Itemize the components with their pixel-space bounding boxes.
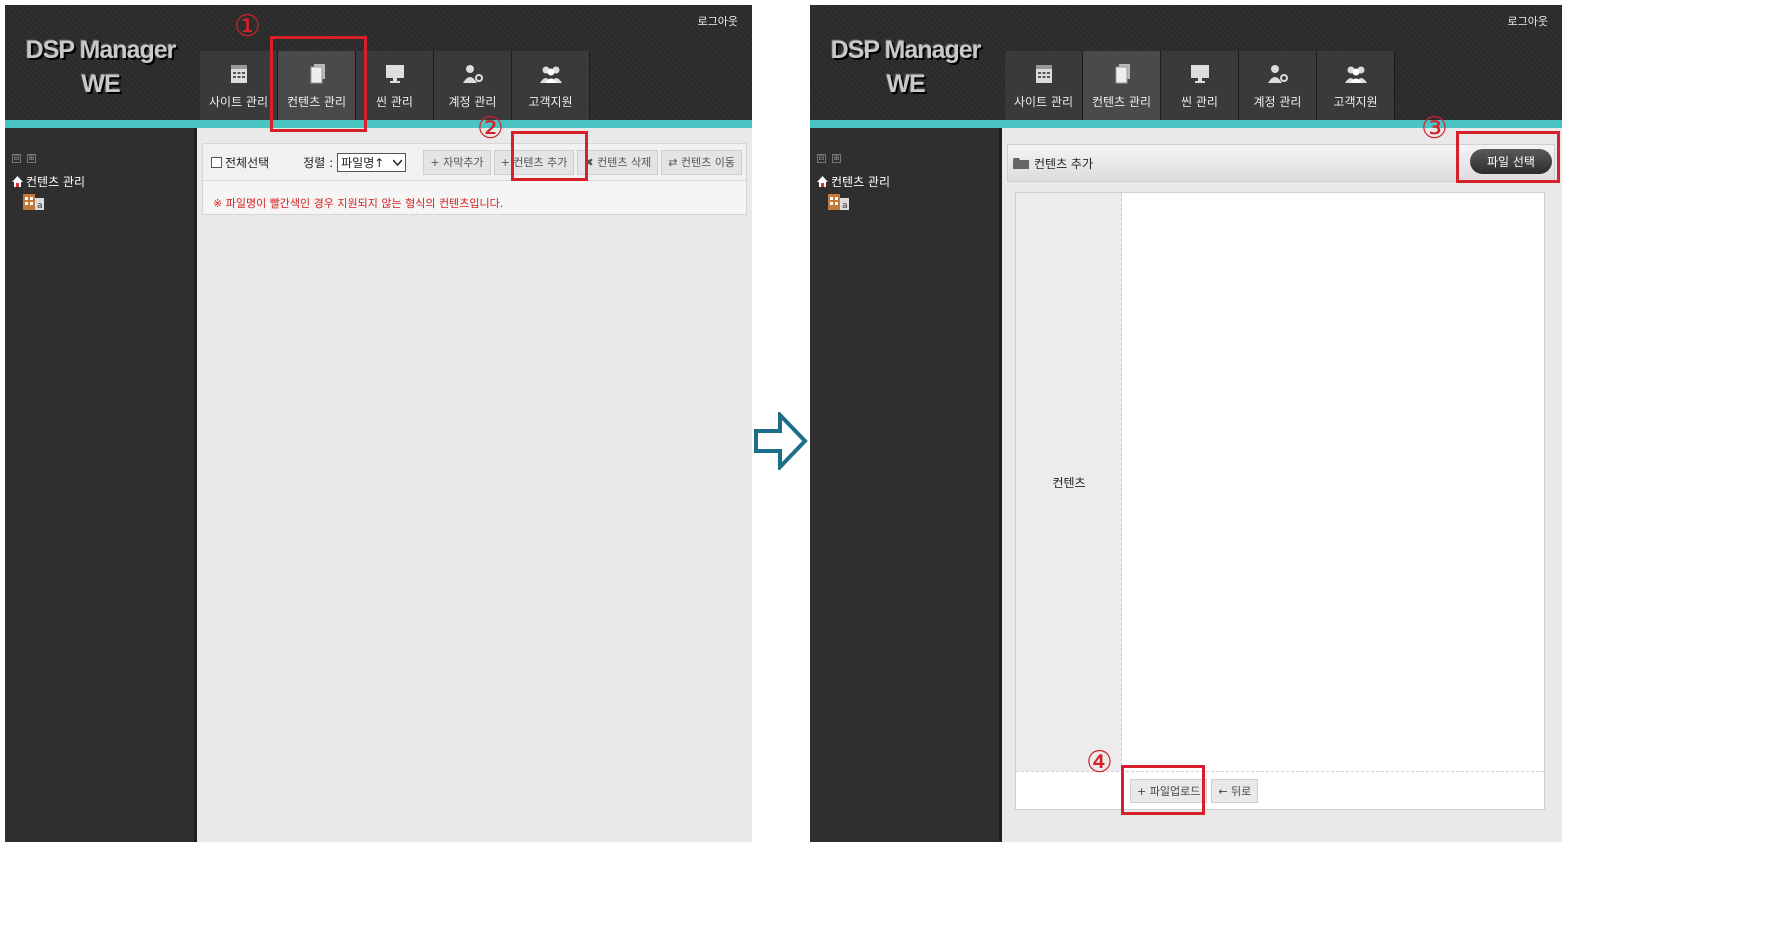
- content-area: 컨텐츠 추가 파일 선택 컨텐츠 + 파일업로드 ← 뒤로: [1005, 128, 1562, 842]
- user-settings-icon: [1267, 65, 1288, 83]
- logout-link[interactable]: 로그아웃: [1508, 13, 1548, 29]
- panel-title: 컨텐츠 추가: [1034, 156, 1094, 171]
- nav-item-account[interactable]: 계정 관리: [434, 51, 512, 120]
- tree-expand-icon[interactable]: ⊞: [832, 154, 841, 163]
- nav-item-scene[interactable]: 씬 관리: [356, 51, 434, 120]
- app-header: DSP Manager WE 로그아웃 사이트 관리 컨텐츠 관리 씬 관리 계…: [5, 5, 752, 120]
- annotation-step4: ④: [1086, 745, 1113, 780]
- main-nav: 사이트 관리 컨텐츠 관리 씬 관리 계정 관리 고객지원: [200, 51, 590, 120]
- tree-root-label: 컨텐츠 관리: [26, 175, 86, 189]
- nav-label: 씬 관리: [1181, 95, 1218, 109]
- main-nav: 사이트 관리 컨텐츠 관리 씬 관리 계정 관리 고객지원: [1005, 51, 1395, 120]
- back-button[interactable]: ← 뒤로: [1211, 779, 1259, 803]
- nav-item-account[interactable]: 계정 관리: [1239, 51, 1317, 120]
- annotation-step3: ③: [1421, 111, 1448, 146]
- sidebar: ⊟ ⊞ 컨텐츠 관리 a: [810, 128, 1002, 842]
- monitor-icon: [1190, 65, 1209, 83]
- tree-collapse-icon[interactable]: ⊟: [817, 154, 826, 163]
- user-settings-icon: [462, 65, 483, 83]
- arrow-right-icon: [754, 412, 808, 470]
- add-content-form: 컨텐츠 + 파일업로드 ← 뒤로: [1015, 192, 1545, 810]
- users-icon: [1344, 66, 1367, 83]
- nav-label: 계정 관리: [1253, 95, 1302, 109]
- checkbox-box[interactable]: [211, 156, 222, 168]
- svg-text:a: a: [37, 201, 43, 211]
- sort-label: 정렬 :: [303, 155, 334, 170]
- annotation-box-step2: [511, 131, 588, 181]
- nav-label: 컨텐츠 관리: [1091, 95, 1151, 109]
- svg-text:a: a: [842, 201, 848, 211]
- annotation-box-step1: [270, 36, 367, 132]
- tree-root-label: 컨텐츠 관리: [831, 175, 891, 189]
- delete-content-button[interactable]: ✖ 컨텐츠 삭제: [577, 149, 659, 175]
- header-accent-bar: [810, 120, 1562, 128]
- nav-label: 고객지원: [1333, 95, 1378, 109]
- sidebar: ⊟ ⊞ 컨텐츠 관리 a: [5, 128, 197, 842]
- nav-label: 고객지원: [528, 95, 573, 109]
- select-all-checkbox[interactable]: 전체선택: [211, 154, 269, 171]
- calendar-icon: [230, 65, 247, 83]
- nav-item-site[interactable]: 사이트 관리: [200, 51, 278, 120]
- content-area: 전체선택 정렬 : 파일명↑ + 자막추가 + 컨텐츠 추가 ✖ 컨텐츠 삭제 …: [200, 128, 752, 842]
- form-label-column: 컨텐츠: [1016, 193, 1122, 771]
- content-toolbar: 전체선택 정렬 : 파일명↑ + 자막추가 + 컨텐츠 추가 ✖ 컨텐츠 삭제 …: [202, 143, 747, 181]
- nav-item-content[interactable]: 컨텐츠 관리: [1083, 51, 1161, 120]
- home-icon: [12, 176, 23, 187]
- annotation-step1: ①: [234, 9, 261, 44]
- add-subtitle-button[interactable]: + 자막추가: [423, 149, 491, 175]
- header-accent-bar: [5, 120, 752, 128]
- nav-label: 계정 관리: [448, 95, 497, 109]
- move-content-button[interactable]: ⇄ 컨텐츠 이동: [661, 149, 742, 175]
- app-header: DSP Manager WE 로그아웃 사이트 관리 컨텐츠 관리 씬 관리 계…: [810, 5, 1562, 120]
- annotation-step2: ②: [477, 111, 504, 146]
- chevron-down-icon: [393, 158, 403, 166]
- tree-collapse-icon[interactable]: ⊟: [12, 154, 21, 163]
- nav-item-site[interactable]: 사이트 관리: [1005, 51, 1083, 120]
- sort-value: 파일명↑: [341, 155, 385, 170]
- nav-label: 사이트 관리: [208, 95, 268, 109]
- annotation-box-step3: [1456, 131, 1560, 183]
- tree-controls: ⊟ ⊞: [817, 154, 841, 163]
- nav-item-support[interactable]: 고객지원: [512, 51, 590, 120]
- logout-link[interactable]: 로그아웃: [698, 13, 738, 29]
- sort-select[interactable]: 파일명↑: [337, 152, 407, 172]
- sort-group: 정렬 : 파일명↑: [303, 152, 407, 172]
- app-logo: DSP Manager WE: [830, 36, 982, 98]
- screen-before: DSP Manager WE 로그아웃 사이트 관리 컨텐츠 관리 씬 관리 계…: [5, 5, 752, 842]
- tree-child-site-icon[interactable]: a: [23, 192, 45, 212]
- select-all-label: 전체선택: [225, 155, 270, 170]
- tree-root-content[interactable]: 컨텐츠 관리: [12, 173, 85, 190]
- screen-after: DSP Manager WE 로그아웃 사이트 관리 컨텐츠 관리 씬 관리 계…: [810, 5, 1562, 842]
- unsupported-format-notice: ※ 파일명이 빨간색인 경우 지원되지 않는 형식의 컨텐츠입니다.: [202, 181, 747, 215]
- tree-expand-icon[interactable]: ⊞: [27, 154, 36, 163]
- monitor-icon: [385, 65, 404, 83]
- home-icon: [817, 176, 828, 187]
- app-logo: DSP Manager WE: [25, 36, 177, 98]
- documents-icon: [1115, 64, 1130, 84]
- folder-icon: [1013, 158, 1029, 169]
- annotation-box-step4: [1121, 765, 1205, 815]
- nav-label: 씬 관리: [376, 95, 413, 109]
- calendar-icon: [1035, 65, 1052, 83]
- content-field-label: 컨텐츠: [1052, 476, 1086, 490]
- nav-item-support[interactable]: 고객지원: [1317, 51, 1395, 120]
- nav-item-scene[interactable]: 씬 관리: [1161, 51, 1239, 120]
- nav-label: 사이트 관리: [1013, 95, 1073, 109]
- tree-child-site-icon[interactable]: a: [828, 192, 850, 212]
- tree-root-content[interactable]: 컨텐츠 관리: [817, 173, 890, 190]
- users-icon: [539, 66, 562, 83]
- tree-controls: ⊟ ⊞: [12, 154, 36, 163]
